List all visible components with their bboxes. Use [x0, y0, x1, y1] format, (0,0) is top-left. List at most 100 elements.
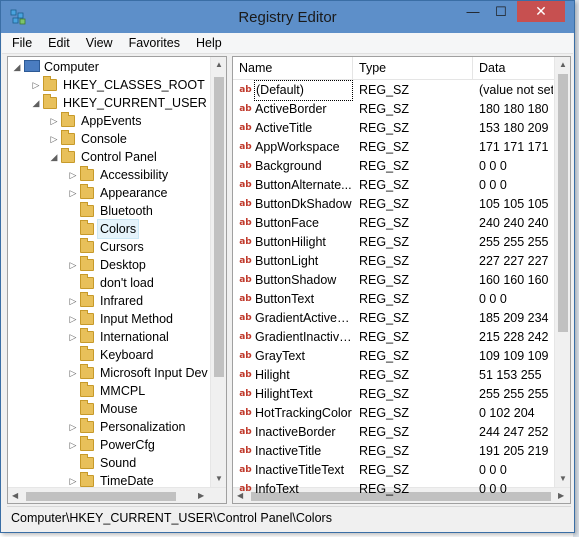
tree-node-label: Accessibility [100, 168, 169, 182]
value-row[interactable]: ab HotTrackingColor REG_SZ 0 102 204 [233, 404, 554, 423]
value-data: 0 0 0 [479, 463, 507, 477]
tree-node-label: Input Method [100, 312, 173, 326]
scroll-up-icon[interactable]: ▲ [215, 60, 223, 69]
value-row[interactable]: ab ButtonShadow REG_SZ 160 160 160 [233, 271, 554, 290]
expand-arrow-icon[interactable]: ▷ [68, 472, 78, 490]
value-row[interactable]: ab AppWorkspace REG_SZ 171 171 171 [233, 138, 554, 157]
expand-arrow-icon[interactable]: ▷ [68, 418, 78, 436]
tree-node-label: don't load [100, 276, 154, 290]
tree-vertical-scroll-thumb[interactable] [214, 77, 224, 377]
value-type: REG_SZ [359, 121, 410, 135]
string-value-icon: ab [239, 408, 252, 418]
collapse-arrow-icon[interactable]: ◢ [12, 58, 22, 76]
expand-arrow-icon[interactable]: ▷ [49, 130, 59, 148]
value-row[interactable]: ab ButtonLight REG_SZ 227 227 227 [233, 252, 554, 271]
value-row[interactable]: ab ActiveBorder REG_SZ 180 180 180 [233, 100, 554, 119]
folder-icon [61, 130, 75, 145]
scroll-up-icon[interactable]: ▲ [559, 60, 567, 69]
key-tree-pane[interactable]: ▲ ▼ ◀ ▶ ◢ Computer ▷ HKEY_CLASSES_ROOT ◢ HKEY… [7, 56, 227, 504]
menu-file[interactable]: File [2, 33, 38, 50]
expand-arrow-icon[interactable]: ▷ [31, 76, 41, 94]
value-row[interactable]: ab GradientInactive... REG_SZ 215 228 242 [233, 328, 554, 347]
list-vertical-scrollbar[interactable]: ▲ ▼ [554, 57, 570, 487]
scroll-down-icon[interactable]: ▼ [215, 474, 223, 483]
value-type: REG_SZ [359, 140, 410, 154]
expand-arrow-icon[interactable]: ▷ [68, 364, 78, 382]
tree-node-label: International [100, 330, 169, 344]
value-data: 0 0 0 [479, 159, 507, 173]
collapse-arrow-icon[interactable]: ◢ [49, 148, 59, 166]
expand-arrow-icon[interactable]: ▷ [68, 310, 78, 328]
value-row[interactable]: ab ButtonFace REG_SZ 240 240 240 [233, 214, 554, 233]
scroll-left-icon[interactable]: ◀ [12, 491, 18, 500]
value-row[interactable]: ab InactiveBorder REG_SZ 244 247 252 [233, 423, 554, 442]
value-name: (Default) [254, 80, 353, 101]
value-row[interactable]: ab InactiveTitleText REG_SZ 0 0 0 [233, 461, 554, 480]
value-row[interactable]: ab ActiveTitle REG_SZ 153 180 209 [233, 119, 554, 138]
expand-arrow-icon[interactable]: ▷ [68, 256, 78, 274]
close-button[interactable]: ✕ [517, 1, 565, 22]
value-row[interactable]: ab ButtonHilight REG_SZ 255 255 255 [233, 233, 554, 252]
value-row[interactable]: ab InactiveTitle REG_SZ 191 205 219 [233, 442, 554, 461]
tree-horizontal-scroll-thumb[interactable] [26, 492, 176, 501]
value-row[interactable]: ab Background REG_SZ 0 0 0 [233, 157, 554, 176]
scroll-right-icon[interactable]: ▶ [198, 491, 204, 500]
tree-node-label: Mouse [100, 402, 138, 416]
menu-favorites[interactable]: Favorites [119, 33, 186, 50]
tree-node-label: HKEY_CLASSES_ROOT [63, 78, 205, 92]
list-vertical-scroll-thumb[interactable] [558, 74, 568, 332]
tree-node-label: Computer [44, 60, 99, 74]
value-type: REG_SZ [359, 425, 410, 439]
maximize-button[interactable]: ☐ [487, 1, 515, 22]
expand-arrow-icon[interactable]: ▷ [68, 166, 78, 184]
value-row[interactable]: ab GradientActiveT... REG_SZ 185 209 234 [233, 309, 554, 328]
value-row[interactable]: ab ButtonDkShadow REG_SZ 105 105 105 [233, 195, 554, 214]
value-row[interactable]: ab ButtonText REG_SZ 0 0 0 [233, 290, 554, 309]
menu-help[interactable]: Help [186, 33, 228, 50]
expand-arrow-icon[interactable]: ▷ [68, 184, 78, 202]
collapse-arrow-icon[interactable]: ◢ [31, 94, 41, 112]
folder-icon [80, 382, 94, 397]
value-type: REG_SZ [359, 444, 410, 458]
value-name: ButtonDkShadow [255, 197, 352, 211]
expand-arrow-icon[interactable]: ▷ [49, 112, 59, 130]
value-row[interactable]: ab (Default) REG_SZ (value not set) [233, 80, 554, 101]
tree-node-label: PowerCfg [100, 438, 155, 452]
column-header-name[interactable]: Name [233, 57, 353, 80]
menu-bar: File Edit View Favorites Help [2, 33, 573, 54]
expand-arrow-icon[interactable]: ▷ [68, 292, 78, 310]
string-value-icon: ab [239, 427, 252, 437]
value-row[interactable]: ab ButtonAlternate... REG_SZ 0 0 0 [233, 176, 554, 195]
value-data: 180 180 180 [479, 102, 549, 116]
value-row[interactable]: ab Hilight REG_SZ 51 153 255 [233, 366, 554, 385]
title-bar[interactable]: Registry Editor — ☐ ✕ [1, 1, 574, 33]
minimize-button[interactable]: — [459, 1, 487, 22]
column-header-type[interactable]: Type [353, 57, 473, 80]
value-name: GrayText [255, 349, 306, 363]
tree-vertical-scrollbar[interactable]: ▲ ▼ [210, 57, 226, 487]
string-value-icon: ab [239, 484, 252, 494]
menu-edit[interactable]: Edit [38, 33, 76, 50]
value-name: GradientActiveT... [255, 311, 352, 325]
expand-arrow-icon[interactable]: ▷ [68, 436, 78, 454]
string-value-icon: ab [239, 351, 252, 361]
value-type: REG_SZ [359, 463, 410, 477]
value-name: ActiveTitle [255, 121, 313, 135]
value-type: REG_SZ [359, 178, 410, 192]
scroll-right-icon[interactable]: ▶ [558, 491, 564, 500]
scroll-down-icon[interactable]: ▼ [559, 474, 567, 483]
value-row[interactable]: ab InfoText REG_SZ 0 0 0 [233, 480, 554, 499]
value-name: InactiveTitleText [255, 463, 345, 477]
value-row[interactable]: ab HilightText REG_SZ 255 255 255 [233, 385, 554, 404]
value-list-pane[interactable]: Name Type Data ▲ ▼ ◀ ▶ ab (Default) REG_SZ… [232, 56, 571, 504]
value-type: REG_SZ [359, 83, 410, 97]
folder-icon [80, 328, 94, 343]
tree-node-label: HKEY_CURRENT_USER [63, 96, 207, 110]
expand-arrow-icon[interactable]: ▷ [68, 328, 78, 346]
menu-view[interactable]: View [76, 33, 119, 50]
value-data: 191 205 219 [479, 444, 549, 458]
tree-node-label: Colors [96, 219, 140, 239]
value-type: REG_SZ [359, 406, 410, 420]
value-row[interactable]: ab GrayText REG_SZ 109 109 109 [233, 347, 554, 366]
value-data: 185 209 234 [479, 311, 549, 325]
